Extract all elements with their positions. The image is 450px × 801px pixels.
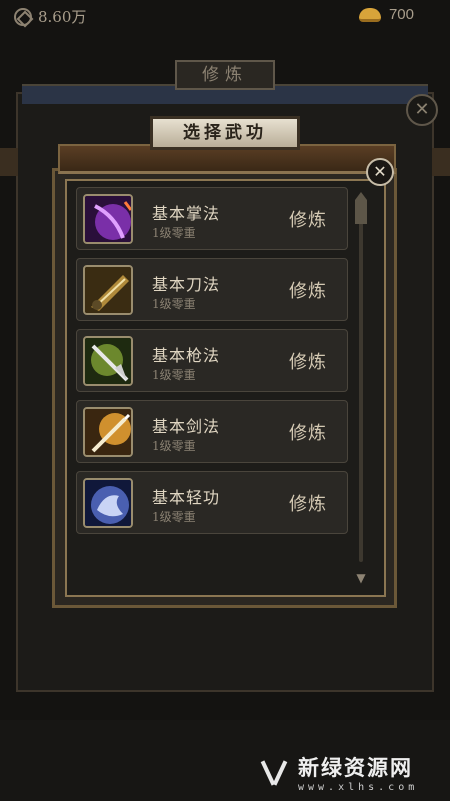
lightness-skill-icon: [83, 478, 133, 528]
background-pillar-left: [0, 148, 18, 176]
watermark-text: 新绿资源网 www.xlhs.com: [298, 752, 418, 793]
skill-name: 基本掌法: [152, 204, 221, 223]
skill-level: 1级零重: [152, 297, 196, 311]
spear-skill-icon: [83, 336, 133, 386]
skill-name: 基本剑法: [152, 417, 221, 436]
train-button[interactable]: 修炼: [289, 490, 327, 516]
coin-value: 8.60万: [38, 8, 87, 26]
train-button[interactable]: 修炼: [289, 348, 327, 374]
skill-name: 基本轻功: [152, 488, 221, 507]
watermark-sub: www.xlhs.com: [298, 782, 419, 793]
train-button[interactable]: 修炼: [289, 277, 327, 303]
skill-level: 1级零重: [152, 226, 196, 240]
coin-counter: 8.60万: [14, 6, 86, 27]
skill-name: 基本枪法: [152, 346, 221, 365]
watermark: 新绿资源网 www.xlhs.com: [262, 752, 418, 793]
skill-list-scrollbar[interactable]: ▼: [355, 192, 367, 586]
chevron-down-icon[interactable]: ▼: [355, 572, 367, 584]
coin-icon: [14, 7, 32, 26]
skill-level: 1级零重: [152, 510, 196, 524]
skill-level: 1级零重: [152, 439, 196, 453]
palm-skill-icon: [83, 194, 133, 244]
popup-title: 选择武功: [150, 116, 300, 150]
train-button[interactable]: 修炼: [289, 206, 327, 232]
skill-row[interactable]: 基本枪法 1级零重 修炼: [76, 329, 348, 392]
skill-row[interactable]: 基本轻功 1级零重 修炼: [76, 471, 348, 534]
gold-ingot-icon: [358, 7, 381, 22]
gold-counter: 700: [358, 6, 414, 23]
watermark-main: 新绿资源网: [298, 756, 413, 780]
scroll-thumb[interactable]: [355, 192, 367, 224]
background-close-button[interactable]: ✕: [406, 94, 438, 126]
skill-row[interactable]: 基本刀法 1级零重 修炼: [76, 258, 348, 321]
skill-name: 基本刀法: [152, 275, 221, 294]
popup-close-button[interactable]: ✕: [366, 158, 394, 186]
scroll-track: [359, 222, 363, 562]
background-pillar-right: [432, 148, 450, 176]
train-button[interactable]: 修炼: [289, 419, 327, 445]
top-status-bar: 8.60万 700: [0, 0, 450, 30]
gold-value: 700: [388, 6, 414, 23]
blade-skill-icon: [83, 265, 133, 315]
skill-row[interactable]: 基本剑法 1级零重 修炼: [76, 400, 348, 463]
background-panel-title: 修炼: [175, 60, 275, 90]
sword-skill-icon: [83, 407, 133, 457]
watermark-logo-icon: [262, 758, 292, 788]
skill-row[interactable]: 基本掌法 1级零重 修炼: [76, 187, 348, 250]
skill-level: 1级零重: [152, 368, 196, 382]
